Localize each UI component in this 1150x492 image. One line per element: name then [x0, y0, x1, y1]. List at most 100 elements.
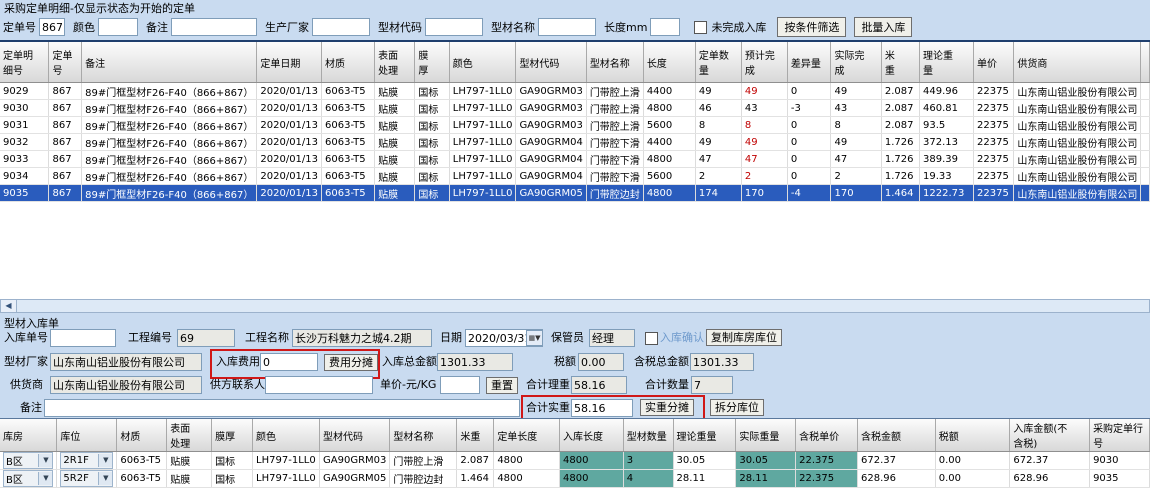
supplier-contact-field[interactable]	[265, 376, 373, 394]
filter-factory-label: 生产厂家	[265, 19, 309, 35]
inbound-confirm-checkbox[interactable]	[645, 332, 658, 345]
grid-row[interactable]: 903586789#门框型材F26-F40（866+867）2020/01/13…	[0, 185, 1150, 202]
column-header: 表面 处理	[375, 42, 415, 83]
batch-inbound-button[interactable]: 批量入库	[854, 17, 912, 37]
grid-cell: 5R2F▼	[57, 470, 117, 488]
keeper-field[interactable]	[589, 329, 635, 347]
grid-cell	[1141, 185, 1150, 202]
cell-combo[interactable]: 5R2F▼	[60, 470, 113, 487]
grid-cell: 国标	[212, 452, 253, 470]
grid-cell: 0	[787, 117, 831, 134]
inbound-no-field[interactable]	[50, 329, 116, 347]
grid-cell: 28.11	[673, 470, 736, 488]
filter-profile_name-input[interactable]	[538, 18, 596, 36]
grid-row[interactable]: 903086789#门框型材F26-F40（866+867）2020/01/13…	[0, 100, 1150, 117]
grid-cell: 628.96	[857, 470, 935, 488]
grid-cell: LH797-1LL0	[449, 100, 516, 117]
inbound-no-label: 入库单号	[4, 329, 48, 347]
filter-remark-input[interactable]	[171, 18, 257, 36]
grid-cell: 2R1F▼	[57, 452, 117, 470]
column-header	[1141, 42, 1150, 83]
copy-location-button[interactable]: 复制库房库位	[706, 329, 782, 346]
grid-cell: 6063-T5	[322, 100, 375, 117]
filter-length_mm-input[interactable]	[650, 18, 680, 36]
cell-combo[interactable]: B区▼	[3, 452, 53, 469]
grid-cell: 22375	[974, 134, 1014, 151]
grid-row[interactable]: B区▼5R2F▼6063-T5贴膜国标LH797-1LL0GA90GRM05门带…	[0, 470, 1150, 488]
chevron-down-icon[interactable]: ▼	[38, 472, 52, 485]
grid-row[interactable]: 903186789#门框型材F26-F40（866+867）2020/01/13…	[0, 117, 1150, 134]
grid-cell: 4800	[643, 185, 695, 202]
column-header: 库房	[0, 419, 57, 452]
grid-cell: 国标	[415, 168, 449, 185]
column-header: 定单 号	[49, 42, 82, 83]
remark-field[interactable]	[44, 399, 520, 417]
grid-cell: 89#门框型材F26-F40（866+867）	[82, 185, 257, 202]
grid-cell: LH797-1LL0	[449, 117, 516, 134]
grid-cell: 贴膜	[375, 100, 415, 117]
grid-cell: 门带腔上滑	[586, 83, 643, 100]
fee-share-button[interactable]: 费用分摊	[324, 354, 378, 371]
grid-cell: B区▼	[0, 452, 57, 470]
column-header: 型材代码	[320, 419, 390, 452]
grid-cell: 22375	[974, 100, 1014, 117]
grid-cell: 国标	[415, 83, 449, 100]
filter-order_no-input[interactable]	[39, 18, 65, 36]
actual-total-field[interactable]	[571, 399, 633, 417]
grid-cell: 9035	[1090, 470, 1150, 488]
grid-cell: 2020/01/13	[257, 100, 322, 117]
total-amount-field[interactable]	[437, 353, 513, 371]
grid-cell: 门带腔上滑	[390, 452, 457, 470]
cell-combo[interactable]: 2R1F▼	[60, 452, 113, 469]
total-with-tax-field[interactable]	[690, 353, 754, 371]
column-header: 定单明 细号	[0, 42, 49, 83]
grid-cell: 5600	[643, 168, 695, 185]
grid-cell: 47	[831, 151, 881, 168]
grid-cell: LH797-1LL0	[449, 134, 516, 151]
combo-value: 5R2F	[61, 473, 98, 484]
grid-row[interactable]: 903286789#门框型材F26-F40（866+867）2020/01/13…	[0, 134, 1150, 151]
project-no-field[interactable]	[177, 329, 235, 347]
split-location-button[interactable]: 拆分库位	[710, 399, 764, 416]
filter-by-condition-button[interactable]: 按条件筛选	[777, 17, 846, 37]
actual-weight-share-button[interactable]: 实重分摊	[640, 399, 694, 416]
column-header: 材质	[117, 419, 167, 452]
column-header: 差异量	[787, 42, 831, 83]
reset-button[interactable]: 重置	[486, 377, 518, 394]
cell-combo[interactable]: B区▼	[3, 470, 53, 487]
chevron-down-icon[interactable]: ▼	[98, 472, 112, 485]
date-label: 日期	[440, 329, 462, 347]
grid-row[interactable]: 903386789#门框型材F26-F40（866+867）2020/01/13…	[0, 151, 1150, 168]
scroll-left-arrow-icon[interactable]: ◀	[1, 300, 17, 312]
grid-cell: GA90GRM04	[516, 134, 586, 151]
date-dropdown-button[interactable]: ▦▼	[526, 330, 543, 346]
tax-field[interactable]	[578, 353, 624, 371]
purchase-order-inbound-window: 采购定单明细-仅显示状态为开始的定单 定单号颜色备注生产厂家型材代码型材名称长度…	[0, 0, 1150, 492]
filter-order_no-label: 定单号	[3, 19, 36, 35]
theoretical-total-field[interactable]	[571, 376, 627, 394]
filter-color-input[interactable]	[98, 18, 138, 36]
grid-cell: 6063-T5	[322, 151, 375, 168]
grid-cell: 89#门框型材F26-F40（866+867）	[82, 117, 257, 134]
grid-cell: LH797-1LL0	[253, 452, 320, 470]
grid-row[interactable]: B区▼2R1F▼6063-T5贴膜国标LH797-1LL0GA90GRM03门带…	[0, 452, 1150, 470]
unit-price-field[interactable]	[440, 376, 480, 394]
incomplete-inbound-checkbox[interactable]	[694, 21, 707, 34]
chevron-down-icon[interactable]: ▼	[98, 454, 112, 467]
grid-cell	[1141, 83, 1150, 100]
grid-cell: 89#门框型材F26-F40（866+867）	[82, 151, 257, 168]
supplier-field[interactable]	[50, 376, 202, 394]
grid-cell	[1141, 117, 1150, 134]
grid-row[interactable]: 902986789#门框型材F26-F40（866+867）2020/01/13…	[0, 83, 1150, 100]
qty-total-field[interactable]	[691, 376, 733, 394]
grid-cell: GA90GRM05	[516, 185, 586, 202]
project-name-field[interactable]	[292, 329, 432, 347]
fee-field[interactable]	[260, 353, 318, 371]
chevron-down-icon[interactable]: ▼	[38, 454, 52, 467]
order-grid-hscrollbar[interactable]: ◀	[0, 299, 1150, 313]
maker-field[interactable]	[50, 353, 202, 371]
filter-profile_code-input[interactable]	[425, 18, 483, 36]
grid-row[interactable]: 903486789#门框型材F26-F40（866+867）2020/01/13…	[0, 168, 1150, 185]
filter-factory-input[interactable]	[312, 18, 370, 36]
grid-cell: -3	[787, 100, 831, 117]
